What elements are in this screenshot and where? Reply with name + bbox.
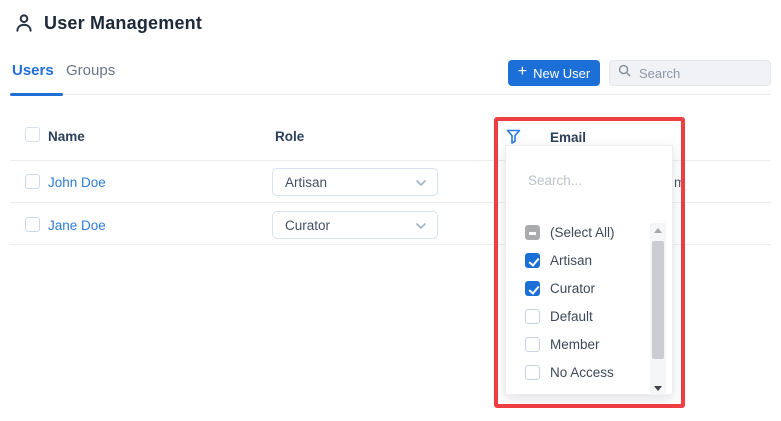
page-title: User Management [44, 13, 203, 33]
filter-option-default[interactable]: Default [525, 308, 593, 325]
filter-option-select-all[interactable]: (Select All) [525, 224, 615, 241]
filter-option-label: Default [550, 309, 593, 324]
scrollbar-thumb[interactable] [652, 241, 664, 359]
filter-icon[interactable] [506, 129, 521, 146]
tabbar-divider [10, 94, 771, 95]
email-cell-fragment: m [674, 175, 686, 190]
checkbox-checked[interactable] [525, 253, 540, 268]
row-checkbox[interactable] [25, 174, 40, 189]
scroll-up-arrow-icon[interactable] [650, 223, 666, 237]
filter-option-artisan[interactable]: Artisan [525, 252, 592, 269]
chevron-down-icon [415, 218, 427, 233]
filter-option-label: (Select All) [550, 225, 615, 240]
column-header-name: Name [48, 129, 85, 144]
search-input[interactable] [637, 64, 762, 82]
chevron-down-icon [415, 175, 427, 190]
user-name-link[interactable]: John Doe [48, 175, 106, 190]
user-management-page: User Management Users Groups + New User … [0, 0, 781, 421]
role-dropdown[interactable]: Artisan [272, 168, 438, 196]
checkbox-unchecked[interactable] [525, 365, 540, 380]
role-dropdown-value: Curator [285, 217, 331, 233]
row-checkbox[interactable] [25, 217, 40, 232]
user-name-link[interactable]: Jane Doe [48, 218, 106, 233]
select-all-rows-checkbox[interactable] [25, 127, 40, 142]
filter-menu-popup: (Select All) Artisan Curator Default Mem… [505, 145, 673, 395]
new-user-button[interactable]: + New User [508, 60, 600, 86]
tab-groups[interactable]: Groups [66, 62, 115, 79]
filter-option-member[interactable]: Member [525, 336, 600, 353]
plus-icon: + [517, 63, 528, 80]
search-icon [618, 64, 631, 82]
checkbox-checked[interactable] [525, 281, 540, 296]
filter-option-label: Artisan [550, 253, 593, 268]
filter-search-input[interactable] [526, 172, 648, 189]
filter-option-label: Member [550, 337, 600, 352]
person-icon [13, 12, 35, 34]
scrollbar[interactable] [650, 223, 666, 395]
checkbox-unchecked[interactable] [525, 309, 540, 324]
filter-option-curator[interactable]: Curator [525, 280, 595, 297]
tab-users[interactable]: Users [12, 62, 54, 79]
filter-option-no-access[interactable]: No Access [525, 364, 614, 381]
column-header-email: Email [550, 130, 587, 145]
checkbox-indeterminate[interactable] [525, 225, 540, 240]
filter-option-label: Curator [550, 281, 596, 296]
column-header-role: Role [275, 129, 305, 144]
new-user-button-label: New User [533, 65, 591, 81]
filter-option-label: No Access [550, 365, 614, 380]
search-box[interactable] [609, 60, 771, 86]
role-dropdown[interactable]: Curator [272, 211, 438, 239]
active-tab-underline [10, 93, 63, 96]
scroll-down-arrow-icon[interactable] [650, 381, 666, 395]
role-dropdown-value: Artisan [285, 174, 328, 190]
checkbox-unchecked[interactable] [525, 337, 540, 352]
